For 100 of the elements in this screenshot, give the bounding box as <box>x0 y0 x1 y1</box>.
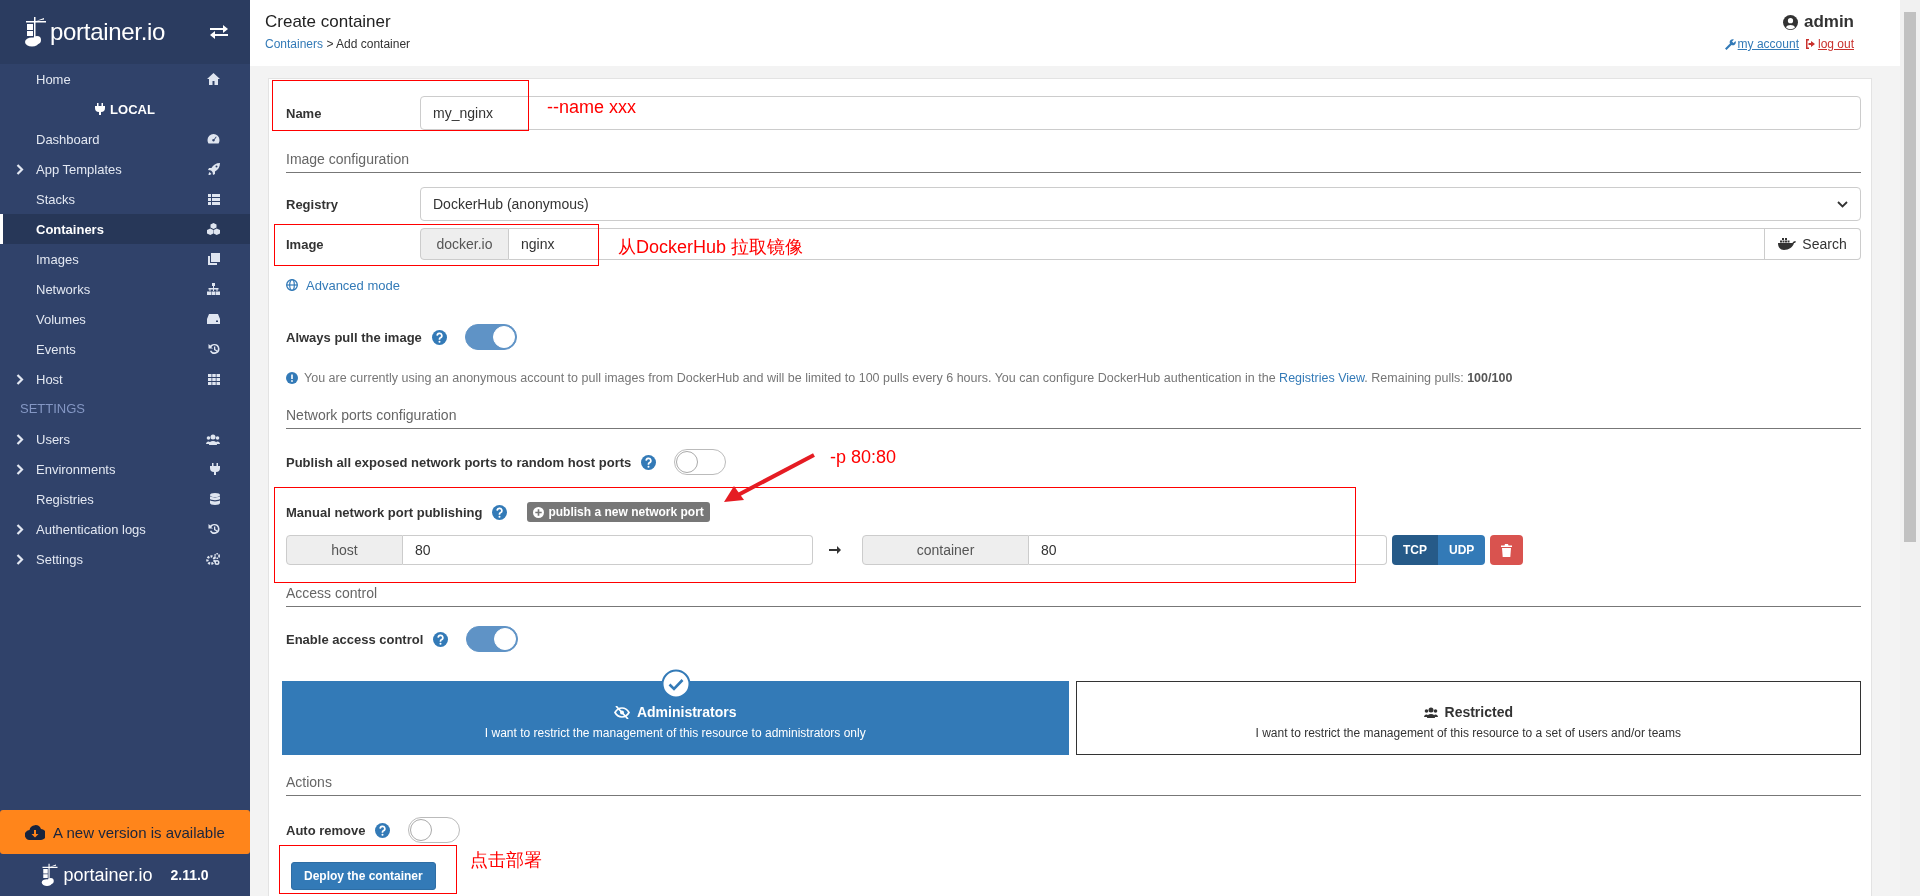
sidebar-item[interactable]: Home <box>0 64 250 94</box>
sidebar-item[interactable]: Dashboard <box>0 124 250 154</box>
option-description: I want to restrict the management of this resource to a set of users and/or teams <box>1255 726 1681 740</box>
trash-icon <box>1501 543 1513 557</box>
sidebar-item[interactable]: Stacks <box>0 184 250 214</box>
chevron-down-icon <box>1837 200 1848 208</box>
option-title: Administrators <box>636 704 737 720</box>
right-arrow-icon <box>829 546 841 554</box>
container-port-label: container <box>862 535 1029 565</box>
sidebar-item[interactable]: Host <box>0 364 250 394</box>
gauge-icon <box>207 133 220 145</box>
annotation-text: -p 80:80 <box>830 446 897 468</box>
help-icon[interactable] <box>433 631 449 647</box>
home-icon <box>207 73 220 85</box>
wrench-icon <box>1724 38 1736 50</box>
help-icon[interactable] <box>492 504 508 520</box>
cloud-download-icon <box>25 824 46 840</box>
user-icon <box>1782 14 1798 30</box>
list-icon <box>208 193 220 205</box>
field-label: Image <box>286 236 325 252</box>
sidebar-item[interactable]: Settings <box>0 544 250 574</box>
section-heading: Image configuration <box>286 150 1861 173</box>
environment-label: LOCAL <box>95 101 155 117</box>
grid-icon <box>208 373 220 385</box>
globe-icon <box>286 279 298 291</box>
users-icon <box>1423 706 1438 718</box>
add-port-button[interactable]: publish a new network port <box>527 502 710 522</box>
log-out-link[interactable]: log out <box>1804 37 1854 51</box>
option-description: I want to restrict the management of this resource to administrators only <box>484 726 866 740</box>
plug-icon <box>210 463 220 475</box>
protocol-toggle[interactable]: TCP <box>1392 535 1438 565</box>
page-title: Create container <box>265 12 392 32</box>
section-heading: Network ports configuration <box>286 406 1861 429</box>
field-label: Name <box>286 105 323 121</box>
database-icon <box>210 493 220 505</box>
section-heading: SETTINGS <box>19 400 86 418</box>
my-account-link[interactable]: my account <box>1724 37 1799 51</box>
whale-icon <box>1778 238 1797 250</box>
breadcrumb-link[interactable]: Containers <box>265 37 324 51</box>
sidebar-item[interactable]: Volumes <box>0 304 250 334</box>
sidebar-item[interactable]: Environments <box>0 454 250 484</box>
annotation-text: 点击部署 <box>470 849 542 871</box>
toggle-switch[interactable] <box>466 626 519 652</box>
help-icon[interactable] <box>375 822 391 838</box>
sidebar-item[interactable]: Authentication logs <box>0 514 250 544</box>
sidebar-item[interactable]: Registries <box>0 484 250 514</box>
pull-limit-notice: You are currently using an anonymous account to pull images from DockerHub and will be limited to 100 pulls every 6 hours. You can configure DockerHub authentication in the Registries View. Remaining pulls: 100/100 <box>304 371 1513 385</box>
crane-logo-icon <box>24 17 48 47</box>
toggle-switch[interactable] <box>408 817 461 843</box>
field-label: Registry <box>286 196 340 212</box>
sidebar-item[interactable]: Images <box>0 244 250 274</box>
host-port-label: host <box>286 535 403 565</box>
info-icon <box>286 372 298 384</box>
help-icon[interactable] <box>431 329 447 345</box>
update-banner[interactable]: A new version is available <box>0 810 250 854</box>
access-option-card[interactable]: Restricted I want to restrict the management of this resource to a set of users and/or teams <box>1075 681 1861 755</box>
history-icon <box>208 343 220 355</box>
toggle-switch[interactable] <box>674 449 727 475</box>
footer-logo-text: portainer.io <box>63 864 153 886</box>
delete-button[interactable] <box>1490 535 1524 565</box>
sidebar-item[interactable]: Users <box>0 424 250 454</box>
sidebar-item[interactable]: Events <box>0 334 250 364</box>
host-port-field[interactable]: 80 <box>403 535 813 565</box>
cubes-icon <box>207 223 220 235</box>
annotation-text: --name xxx <box>547 96 636 118</box>
swap-arrows-icon[interactable] <box>210 25 228 39</box>
toggle-label: Publish all exposed network ports to random host ports <box>286 454 632 470</box>
drive-icon <box>207 314 220 324</box>
sidebar-item[interactable]: App Templates <box>0 154 250 184</box>
app-logo-text: portainer.io <box>50 18 166 46</box>
rocket-icon <box>208 163 220 175</box>
deploy-button[interactable]: Deploy the container <box>291 862 436 890</box>
sidebar-item[interactable]: Networks <box>0 274 250 304</box>
version-label: 2.11.0 <box>170 867 209 883</box>
sign-out-icon <box>1804 39 1816 49</box>
crane-logo-icon <box>41 863 60 887</box>
help-icon[interactable] <box>641 454 657 470</box>
copy-icon <box>208 253 220 265</box>
sitemap-icon <box>207 283 220 295</box>
breadcrumb-current: Add container <box>336 37 411 51</box>
toggle-label: Enable access control <box>286 631 424 647</box>
eye-slash-icon <box>613 705 630 719</box>
registry-select[interactable]: DockerHub (anonymous) <box>420 187 1861 221</box>
access-option-card[interactable]: Administrators I want to restrict the management of this resource to administrators only <box>282 681 1069 755</box>
breadcrumb-separator: > <box>326 37 334 51</box>
registry-prefix: docker.io <box>420 228 509 260</box>
section-heading: Actions <box>286 773 1861 796</box>
username: admin <box>1803 12 1854 32</box>
toggle-switch[interactable] <box>464 324 517 350</box>
users-icon <box>206 433 220 445</box>
field-label: Manual network port publishing <box>286 504 483 520</box>
search-button[interactable]: Search <box>1765 228 1861 260</box>
protocol-toggle[interactable]: UDP <box>1438 535 1486 565</box>
plus-circle-icon <box>533 506 545 518</box>
container-port-field[interactable]: 80 <box>1029 535 1387 565</box>
check-circle-icon <box>661 669 691 699</box>
annotation-text: 从DockerHub 拉取镜像 <box>618 236 804 258</box>
plug-icon <box>95 103 106 115</box>
advanced-mode-link[interactable]: Advanced mode <box>306 277 400 293</box>
sidebar-item[interactable]: Containers <box>0 214 250 244</box>
